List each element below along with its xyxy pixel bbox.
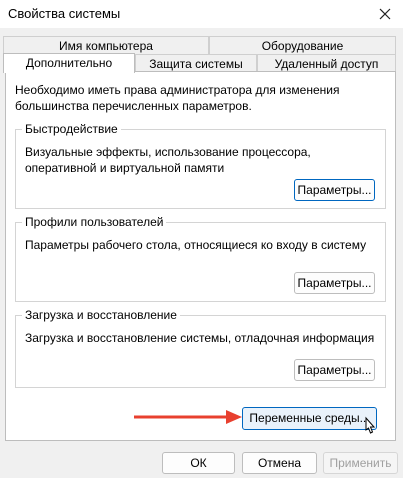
tab-strip: Имя компьютера Оборудование Дополнительн… <box>0 28 403 74</box>
close-button[interactable] <box>367 0 403 28</box>
startup-recovery-title: Загрузка и восстановление <box>22 307 180 323</box>
tab-remote-access[interactable]: Удаленный доступ <box>257 54 396 72</box>
tab-advanced[interactable]: Дополнительно <box>3 53 135 73</box>
startup-recovery-description: Загрузка и восстановление системы, отлад… <box>25 331 375 345</box>
tab-computer-name[interactable]: Имя компьютера <box>3 36 209 54</box>
close-icon <box>379 8 391 20</box>
user-profiles-group: Профили пользователей Параметры рабочего… <box>15 214 386 302</box>
tab-hardware[interactable]: Оборудование <box>209 36 396 54</box>
user-profiles-settings-button[interactable]: Параметры... <box>294 272 375 294</box>
environment-variables-button[interactable]: Переменные среды... <box>242 407 377 430</box>
title-bar: Свойства системы <box>0 0 403 28</box>
admin-notice: Необходимо иметь права администратора дл… <box>15 83 340 113</box>
startup-recovery-group: Загрузка и восстановление Загрузка и вос… <box>15 307 386 388</box>
window-title: Свойства системы <box>8 6 121 21</box>
startup-recovery-settings-button[interactable]: Параметры... <box>294 359 375 381</box>
advanced-panel: Необходимо иметь права администратора дл… <box>5 71 396 441</box>
user-profiles-title: Профили пользователей <box>22 214 167 230</box>
ok-button[interactable]: ОК <box>162 452 235 474</box>
tab-system-protection[interactable]: Защита системы <box>135 54 257 72</box>
cancel-button[interactable]: Отмена <box>242 452 317 474</box>
apply-button[interactable]: Применить <box>323 452 398 474</box>
performance-description: Визуальные эффекты, использование процес… <box>25 145 311 175</box>
arrow-icon <box>134 410 242 424</box>
performance-title: Быстродействие <box>22 121 121 137</box>
mouse-cursor-icon <box>365 416 376 434</box>
performance-group: Быстродействие Визуальные эффекты, испол… <box>15 121 386 209</box>
performance-settings-button[interactable]: Параметры... <box>294 179 375 201</box>
user-profiles-description: Параметры рабочего стола, относящиеся ко… <box>25 238 367 252</box>
